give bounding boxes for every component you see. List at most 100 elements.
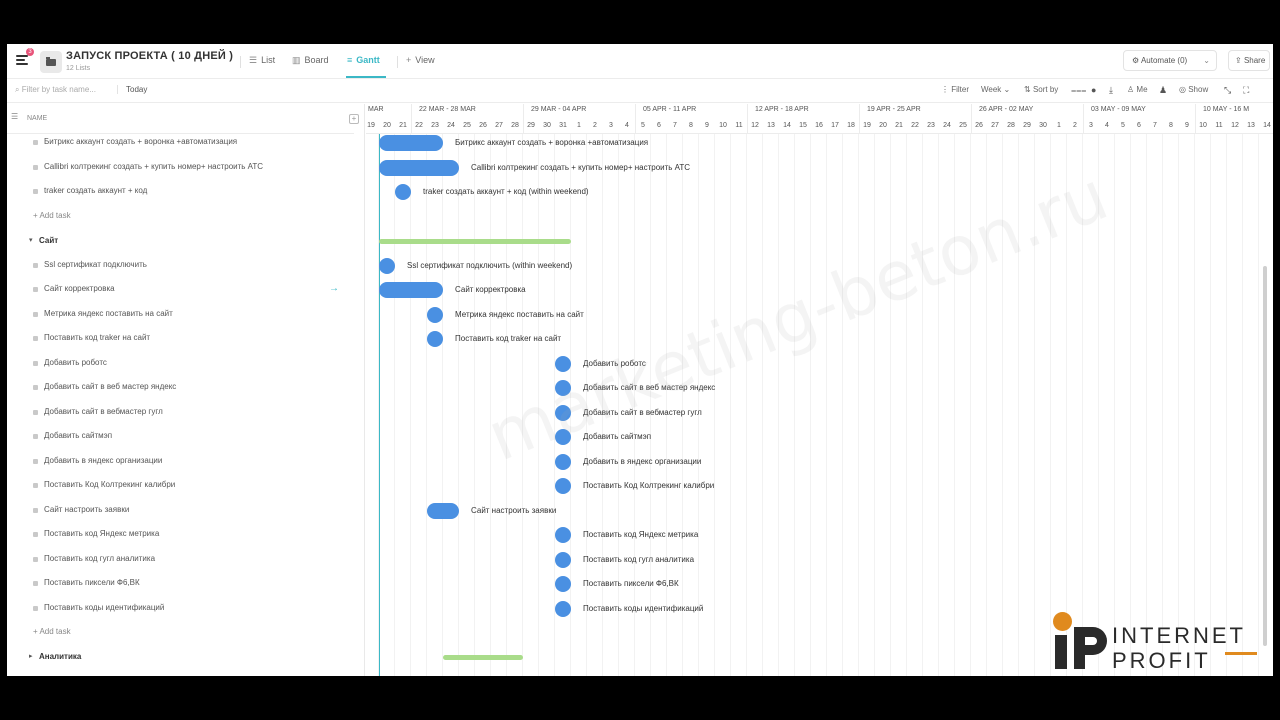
hierarchy-icon[interactable]: ⩶: [1071, 85, 1086, 96]
task-row[interactable]: Поставить код traker на сайт: [7, 331, 364, 351]
status-icon[interactable]: [33, 189, 38, 194]
group-row-site[interactable]: ▾ Сайт: [7, 234, 364, 254]
status-icon[interactable]: [33, 263, 38, 268]
task-bar[interactable]: [379, 258, 395, 274]
caret-right-icon[interactable]: ▸: [29, 652, 33, 660]
menu-icon[interactable]: [16, 55, 28, 65]
status-icon[interactable]: [33, 361, 38, 366]
task-name: Добавить в яндекс организации: [44, 456, 163, 465]
tab-add-view[interactable]: + View: [406, 55, 435, 65]
project-title[interactable]: ЗАПУСК ПРОЕКТА ( 10 ДНЕЙ ): [66, 50, 233, 62]
status-icon[interactable]: [33, 557, 38, 562]
share-button[interactable]: ⇪ Share: [1228, 50, 1270, 71]
task-bar[interactable]: [395, 184, 411, 200]
status-icon[interactable]: [33, 140, 38, 145]
task-row[interactable]: Ssl сертификат подключить: [7, 258, 364, 278]
status-icon[interactable]: [33, 336, 38, 341]
day-gridline: [1130, 134, 1131, 676]
task-bar[interactable]: [379, 135, 443, 151]
status-icon[interactable]: [33, 165, 38, 170]
task-bar[interactable]: [555, 405, 571, 421]
task-row[interactable]: Добавить сайтмэп: [7, 429, 364, 449]
task-bar-label: Поставить Код Колтрекинг калибри: [583, 481, 715, 490]
task-bar[interactable]: [427, 307, 443, 323]
project-subtitle: 12 Lists: [66, 65, 91, 72]
task-bar[interactable]: [427, 503, 459, 519]
group-row-analytics[interactable]: ▸ Аналитика: [7, 650, 364, 670]
fullscreen-icon[interactable]: ⛶: [1243, 85, 1249, 96]
today-button[interactable]: Today: [117, 85, 147, 94]
task-row[interactable]: Добавить роботс: [7, 356, 364, 376]
task-row[interactable]: Callibri колтрекинг создать + купить ном…: [7, 160, 364, 180]
week-select[interactable]: Week ⌄: [981, 85, 1010, 94]
sort-button[interactable]: ⇅ Sort by: [1024, 85, 1058, 94]
status-icon[interactable]: [33, 459, 38, 464]
task-list-pane: ☰ NAME + Битрикс аккаунт создать + ворон…: [7, 104, 365, 676]
day-gridline: [826, 134, 827, 676]
task-bar[interactable]: [555, 454, 571, 470]
task-row[interactable]: Поставить пиксели Ф6,ВК: [7, 576, 364, 596]
task-bar[interactable]: [555, 601, 571, 617]
status-icon[interactable]: [33, 312, 38, 317]
status-icon[interactable]: [33, 483, 38, 488]
day-gridline: [842, 134, 843, 676]
task-bar[interactable]: [555, 429, 571, 445]
tab-gantt[interactable]: ≡ Gantt: [347, 55, 380, 65]
group-bar-site[interactable]: [379, 239, 571, 244]
status-icon[interactable]: [33, 287, 38, 292]
task-bar[interactable]: [555, 552, 571, 568]
task-row[interactable]: Поставить код Яндекс метрика: [7, 527, 364, 547]
task-bar[interactable]: [555, 527, 571, 543]
arrow-right-icon[interactable]: →: [329, 283, 339, 294]
caret-down-icon[interactable]: ▾: [29, 236, 33, 244]
tab-list[interactable]: ☰ List: [249, 55, 275, 66]
task-row[interactable]: Добавить в яндекс организации: [7, 454, 364, 474]
task-row[interactable]: Поставить коды идентификаций: [7, 601, 364, 621]
automate-button[interactable]: ⚙ Automate (0) ⌄: [1123, 50, 1217, 71]
status-icon[interactable]: [33, 606, 38, 611]
assignees-icon[interactable]: ♟: [1159, 85, 1167, 96]
task-row[interactable]: Поставить код гугл аналитика: [7, 552, 364, 572]
task-row[interactable]: Метрика яндекс поставить на сайт: [7, 307, 364, 327]
status-icon[interactable]: [33, 532, 38, 537]
gantt-chart: MAR 22 MAR - 28 MAR 29 MAR - 04 APR 05 APR …: [366, 104, 1273, 676]
group-bar-analytics[interactable]: [443, 655, 523, 660]
task-bar[interactable]: [379, 160, 459, 176]
status-icon[interactable]: [33, 434, 38, 439]
filter-button[interactable]: ⋮ Filter: [941, 85, 969, 94]
add-column-icon[interactable]: +: [349, 114, 359, 124]
status-icon[interactable]: [33, 385, 38, 390]
eye-icon: ◎: [1179, 85, 1189, 94]
task-bar[interactable]: [555, 380, 571, 396]
tab-label: List: [261, 55, 276, 65]
task-bar[interactable]: [379, 282, 443, 298]
task-row[interactable]: Добавить сайт в вебмастер гугл: [7, 405, 364, 425]
task-row[interactable]: Поставить Код Колтрекинг калибри: [7, 478, 364, 498]
task-bar[interactable]: [555, 356, 571, 372]
status-icon[interactable]: [33, 508, 38, 513]
task-bar[interactable]: [555, 478, 571, 494]
day-label: 20: [383, 122, 391, 129]
show-button[interactable]: ◎ Show: [1179, 85, 1208, 94]
task-row[interactable]: Сайт настроить заявки: [7, 503, 364, 523]
status-icon[interactable]: [33, 410, 38, 415]
week-label: 03 MAY - 09 MAY: [1091, 106, 1146, 113]
me-filter[interactable]: ♙ Me: [1127, 85, 1148, 94]
vertical-scrollbar[interactable]: [1263, 266, 1267, 646]
day-label: 30: [1039, 122, 1047, 129]
collapse-icon[interactable]: ⤡: [1224, 85, 1231, 96]
day-label: 21: [895, 122, 903, 129]
color-icon[interactable]: ●: [1091, 85, 1096, 95]
download-icon[interactable]: ⤓: [1109, 85, 1113, 96]
task-bar[interactable]: [427, 331, 443, 347]
task-row[interactable]: Сайт корректровка →: [7, 282, 364, 302]
task-row[interactable]: Битрикс аккаунт создать + воронка +автом…: [7, 135, 364, 155]
status-icon[interactable]: [33, 581, 38, 586]
tab-board[interactable]: ▥ Board: [292, 55, 329, 66]
task-row[interactable]: Добавить сайт в веб мастер яндекс: [7, 380, 364, 400]
task-row[interactable]: traker создать аккаунт + код: [7, 184, 364, 204]
task-search-input[interactable]: ⌕ Filter by task name...: [15, 85, 96, 95]
add-task-button[interactable]: + Add task: [7, 625, 364, 645]
add-task-button[interactable]: + Add task: [7, 209, 364, 229]
task-bar[interactable]: [555, 576, 571, 592]
